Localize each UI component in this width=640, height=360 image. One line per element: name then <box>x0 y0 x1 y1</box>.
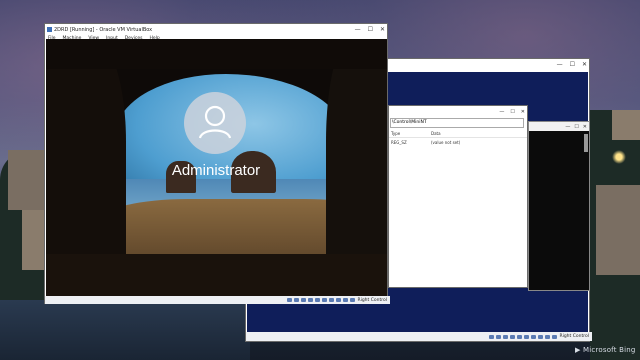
vm2-close-button[interactable]: ✕ <box>582 61 587 68</box>
vm1-optical-icon <box>294 298 300 302</box>
table-row[interactable]: REG_SZ (value not set) <box>389 138 527 146</box>
lockscreen-cave-ceiling <box>46 39 387 69</box>
vm1-mouse-icon <box>350 298 356 302</box>
vm1-host-key-label: Right Control <box>357 297 387 303</box>
vm2-usb-icon <box>517 334 523 339</box>
vm1-usb-icon <box>315 298 321 302</box>
vm1-recording-icon <box>336 298 342 302</box>
wallpaper-lamp <box>612 150 626 164</box>
regedit-col-data[interactable]: Data <box>431 131 441 136</box>
login-username[interactable]: Administrator <box>146 162 286 179</box>
vm1-shared-folder-icon <box>322 298 328 302</box>
vm2-display-icon <box>531 334 537 339</box>
vm2-mouse-icon <box>552 334 558 339</box>
regedit-col-type[interactable]: Type <box>391 131 431 136</box>
regedit-titlebar[interactable]: — ☐ ✕ <box>389 106 527 117</box>
regedit-minimize-button[interactable]: — <box>499 109 504 115</box>
vm2-maximize-button[interactable]: ☐ <box>570 61 575 68</box>
vm1-network-icon <box>308 298 314 302</box>
virtualbox-logo-icon <box>47 27 52 32</box>
vm1-close-button[interactable]: ✕ <box>380 26 385 33</box>
vm2-host-key-label: Right Control <box>559 334 589 339</box>
console-maximize-button[interactable]: ☐ <box>574 124 578 130</box>
wallpaper-building-left-2 <box>22 210 46 270</box>
console-titlebar[interactable]: — ☐ ✕ <box>529 122 589 131</box>
vm2-network-icon <box>510 334 516 339</box>
vm1-title: 2DRD [Running] - Oracle VM VirtualBox <box>54 26 153 33</box>
wallpaper-building-left <box>8 150 46 210</box>
vm2-optical-icon <box>496 334 502 339</box>
vm2-hdd-icon <box>489 334 495 339</box>
regedit-address-bar[interactable]: \Control\MiniNT <box>390 118 524 128</box>
user-avatar[interactable] <box>184 92 246 154</box>
regedit-window[interactable]: — ☐ ✕ \Control\MiniNT Type Data REG_SZ (… <box>388 105 528 288</box>
console-close-button[interactable]: ✕ <box>583 124 587 130</box>
vm1-cpu-icon <box>343 298 349 302</box>
vm1-display-icon <box>329 298 335 302</box>
regedit-cell-type: REG_SZ <box>391 139 407 145</box>
brand-watermark: ▶ Microsoft Bing <box>575 346 636 354</box>
vm2-minimize-button[interactable]: — <box>557 61 563 68</box>
user-icon <box>198 105 232 139</box>
vm1-minimize-button[interactable]: — <box>355 26 361 33</box>
vm1-statusbar: Right Control <box>45 296 390 304</box>
regedit-close-button[interactable]: ✕ <box>521 109 525 115</box>
console-scrollbar[interactable] <box>584 134 588 152</box>
brand-logo-icon: ▶ <box>575 346 584 354</box>
vm2-shared-folder-icon <box>524 334 530 339</box>
console-window[interactable]: — ☐ ✕ <box>528 121 590 291</box>
lockscreen-cave-floor <box>46 254 387 296</box>
regedit-column-header: Type Data <box>389 129 527 138</box>
wallpaper-tower-right <box>612 110 640 140</box>
vm1-titlebar[interactable]: 2DRD [Running] - Oracle VM VirtualBox — … <box>45 24 387 35</box>
regedit-maximize-button[interactable]: ☐ <box>510 109 514 115</box>
vm1-screen[interactable]: Administrator <box>46 39 387 296</box>
vm1-audio-icon <box>301 298 307 302</box>
wallpaper-river <box>0 300 250 360</box>
vm2-cpu-icon <box>545 334 551 339</box>
vm1-hdd-icon <box>287 298 293 302</box>
console-minimize-button[interactable]: — <box>565 124 570 130</box>
wallpaper-building-right <box>596 185 640 275</box>
vm2-audio-icon <box>503 334 509 339</box>
vm1-maximize-button[interactable]: ☐ <box>368 26 373 33</box>
vm2-statusbar: Right Control <box>246 332 592 341</box>
regedit-cell-data: (value not set) <box>431 139 461 145</box>
vm2-recording-icon <box>538 334 544 339</box>
